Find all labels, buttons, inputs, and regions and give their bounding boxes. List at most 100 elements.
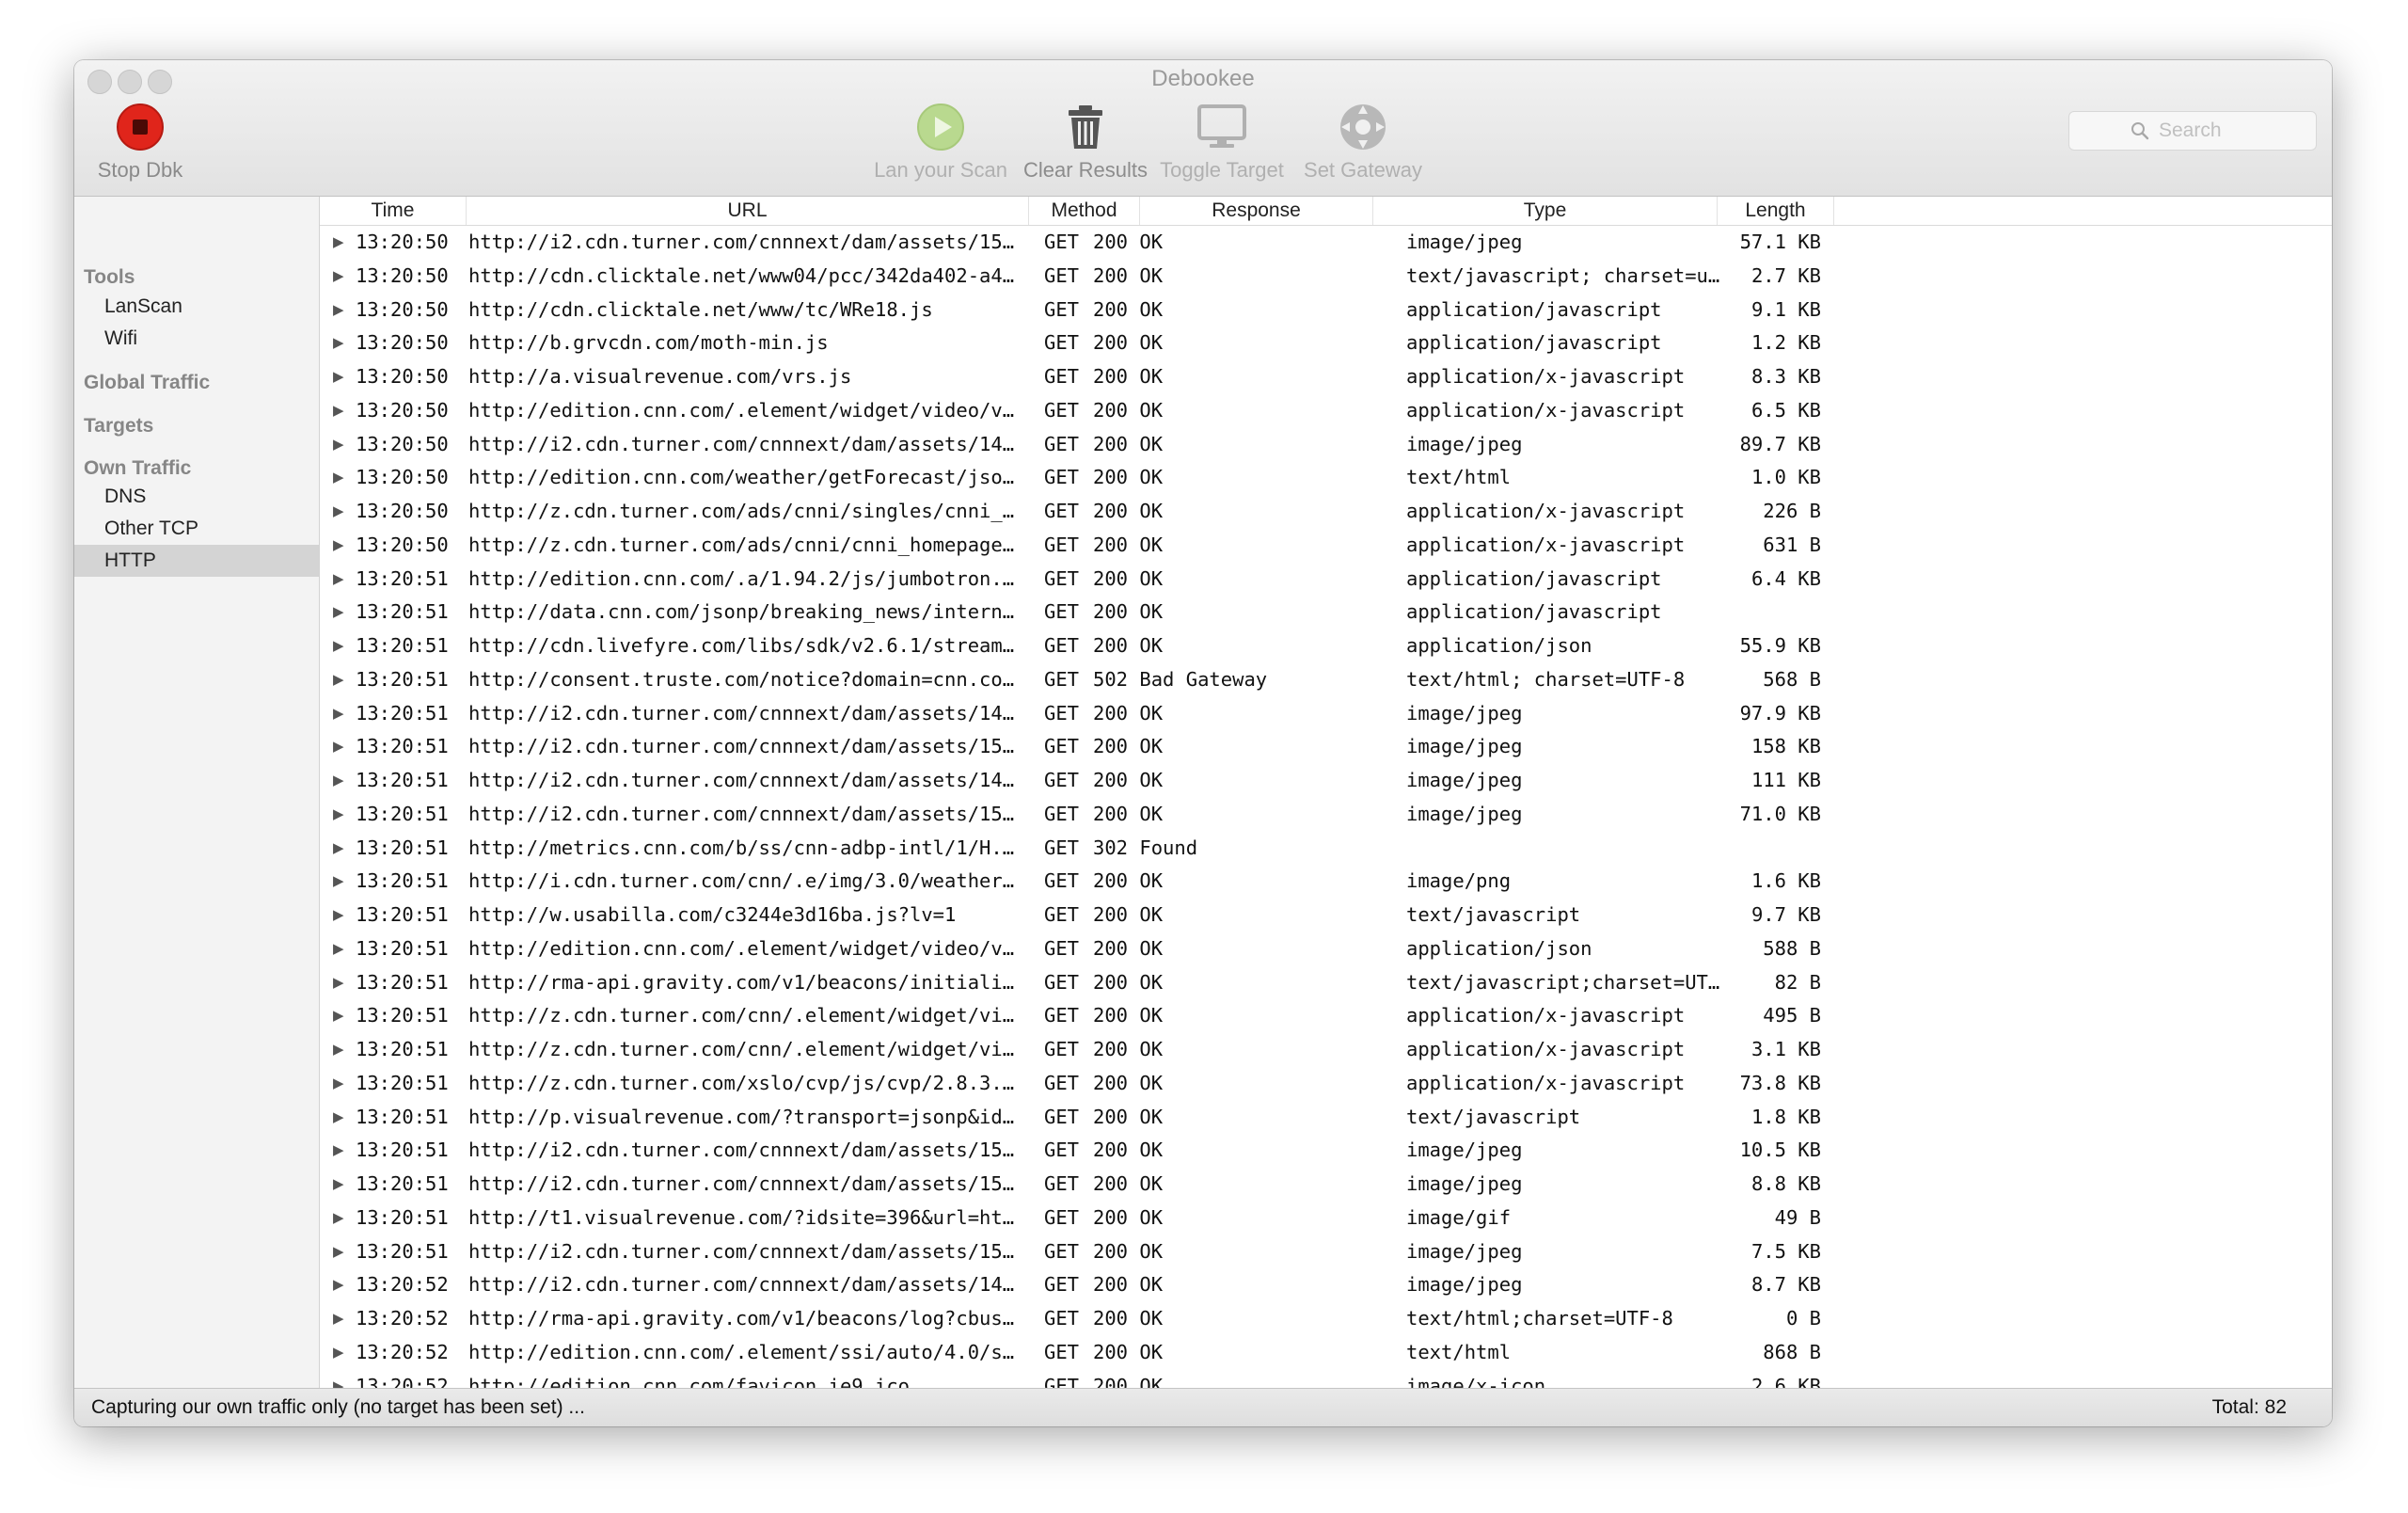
table-row[interactable]: ▶ 13:20:51 http://i2.cdn.turner.com/cnnnex… [320, 1168, 2332, 1202]
table-row[interactable]: ▶ 13:20:50 http://a.visualrevenue.com/vrs.… [320, 360, 2332, 394]
cell-type: application/x-javascript [1406, 1071, 1686, 1094]
sidebar-item-targets[interactable]: Targets [84, 415, 153, 438]
disclosure-triangle-icon[interactable]: ▶ [333, 798, 344, 832]
table-row[interactable]: ▶ 13:20:51 http://i2.cdn.turner.com/cnnnex… [320, 730, 2332, 764]
table-row[interactable]: ▶ 13:20:51 http://z.cdn.turner.com/xslo/cv… [320, 1067, 2332, 1101]
table-row[interactable]: ▶ 13:20:51 http://i2.cdn.turner.com/cnnnex… [320, 1134, 2332, 1168]
table-row[interactable]: ▶ 13:20:50 http://i2.cdn.turner.com/cnnnex… [320, 428, 2332, 462]
disclosure-triangle-icon[interactable]: ▶ [333, 1336, 344, 1370]
cell-time: 13:20:51 [356, 769, 449, 791]
disclosure-triangle-icon[interactable]: ▶ [333, 697, 344, 731]
sidebar-item-dns[interactable]: DNS [74, 481, 319, 513]
cell-url: http://a.visualrevenue.com/vrs.js [468, 365, 852, 388]
cell-method: GET [1044, 836, 1080, 859]
disclosure-triangle-icon[interactable]: ▶ [333, 260, 344, 294]
disclosure-triangle-icon[interactable]: ▶ [333, 1067, 344, 1101]
table-row[interactable]: ▶ 13:20:51 http://z.cdn.turner.com/cnn/.el… [320, 1033, 2332, 1067]
table-row[interactable]: ▶ 13:20:52 http://edition.cnn.com/favicon.… [320, 1370, 2332, 1390]
disclosure-triangle-icon[interactable]: ▶ [333, 495, 344, 529]
table-row[interactable]: ▶ 13:20:51 http://i2.cdn.turner.com/cnnnex… [320, 697, 2332, 731]
cell-length: 1.8 KB [1751, 1105, 1821, 1128]
disclosure-triangle-icon[interactable]: ▶ [333, 1134, 344, 1168]
sidebar-item-http[interactable]: HTTP [74, 545, 319, 577]
cell-time: 13:20:51 [356, 802, 449, 825]
table-row[interactable]: ▶ 13:20:51 http://rma-api.gravity.com/v1/b… [320, 966, 2332, 1000]
disclosure-triangle-icon[interactable]: ▶ [333, 730, 344, 764]
stop-button[interactable]: Stop Dbk [84, 102, 197, 183]
disclosure-triangle-icon[interactable]: ▶ [333, 326, 344, 360]
disclosure-triangle-icon[interactable]: ▶ [333, 1168, 344, 1202]
column-header-method[interactable]: Method [1029, 197, 1140, 225]
column-header-length[interactable]: Length [1718, 197, 1834, 225]
set-gateway-button[interactable]: Set Gateway [1278, 102, 1448, 183]
table-row[interactable]: ▶ 13:20:51 http://data.cnn.com/jsonp/break… [320, 596, 2332, 629]
table-row[interactable]: ▶ 13:20:51 http://metrics.cnn.com/b/ss/cnn… [320, 832, 2332, 866]
disclosure-triangle-icon[interactable]: ▶ [333, 999, 344, 1033]
table-row[interactable]: ▶ 13:20:50 http://i2.cdn.turner.com/cnnnex… [320, 226, 2332, 260]
disclosure-triangle-icon[interactable]: ▶ [333, 1302, 344, 1336]
table-row[interactable]: ▶ 13:20:51 http://i2.cdn.turner.com/cnnnex… [320, 798, 2332, 832]
column-header-url[interactable]: URL [467, 197, 1029, 225]
disclosure-triangle-icon[interactable]: ▶ [333, 899, 344, 932]
search-field[interactable] [2068, 111, 2317, 151]
disclosure-triangle-icon[interactable]: ▶ [333, 865, 344, 899]
disclosure-triangle-icon[interactable]: ▶ [333, 832, 344, 866]
table-row[interactable]: ▶ 13:20:51 http://edition.cnn.com/.element… [320, 932, 2332, 966]
disclosure-triangle-icon[interactable]: ▶ [333, 394, 344, 428]
column-header-time[interactable]: Time [320, 197, 467, 225]
table-row[interactable]: ▶ 13:20:51 http://i.cdn.turner.com/cnn/.e/… [320, 865, 2332, 899]
cell-url: http://i2.cdn.turner.com/cnnnext/dam/ass… [468, 769, 1019, 791]
cell-response: 200 OK [1093, 231, 1164, 253]
table-row[interactable]: ▶ 13:20:50 http://z.cdn.turner.com/ads/cnn… [320, 495, 2332, 529]
disclosure-triangle-icon[interactable]: ▶ [333, 461, 344, 495]
disclosure-triangle-icon[interactable]: ▶ [333, 428, 344, 462]
table-row[interactable]: ▶ 13:20:50 http://b.grvcdn.com/moth-min.js… [320, 326, 2332, 360]
disclosure-triangle-icon[interactable]: ▶ [333, 294, 344, 327]
sidebar-item-global-traffic[interactable]: Global Traffic [84, 372, 210, 394]
table-row[interactable]: ▶ 13:20:51 http://z.cdn.turner.com/cnn/.el… [320, 999, 2332, 1033]
table-row[interactable]: ▶ 13:20:51 http://i2.cdn.turner.com/cnnnex… [320, 1235, 2332, 1269]
disclosure-triangle-icon[interactable]: ▶ [333, 226, 344, 260]
sidebar-item-other-tcp[interactable]: Other TCP [74, 513, 319, 545]
column-header-response[interactable]: Response [1140, 197, 1373, 225]
disclosure-triangle-icon[interactable]: ▶ [333, 1101, 344, 1135]
table-row[interactable]: ▶ 13:20:50 http://edition.cnn.com/weather/… [320, 461, 2332, 495]
disclosure-triangle-icon[interactable]: ▶ [333, 932, 344, 966]
disclosure-triangle-icon[interactable]: ▶ [333, 1033, 344, 1067]
disclosure-triangle-icon[interactable]: ▶ [333, 1370, 344, 1390]
sidebar-item-lanscan[interactable]: LanScan [74, 291, 319, 323]
disclosure-triangle-icon[interactable]: ▶ [333, 663, 344, 697]
table-row[interactable]: ▶ 13:20:52 http://i2.cdn.turner.com/cnnnex… [320, 1268, 2332, 1302]
table-row[interactable]: ▶ 13:20:51 http://i2.cdn.turner.com/cnnnex… [320, 764, 2332, 798]
table-row[interactable]: ▶ 13:20:52 http://rma-api.gravity.com/v1/b… [320, 1302, 2332, 1336]
table-row[interactable]: ▶ 13:20:51 http://w.usabilla.com/c3244e3d1… [320, 899, 2332, 932]
disclosure-triangle-icon[interactable]: ▶ [333, 629, 344, 663]
app-window: Debookee Stop Dbk Lan your Scan Clear Re… [74, 60, 2332, 1426]
table-row[interactable]: ▶ 13:20:50 http://cdn.clicktale.net/www/tc… [320, 294, 2332, 327]
table-row[interactable]: ▶ 13:20:51 http://p.visualrevenue.com/?tra… [320, 1101, 2332, 1135]
cell-type: image/png [1406, 869, 1512, 893]
disclosure-triangle-icon[interactable]: ▶ [333, 1202, 344, 1235]
table-row[interactable]: ▶ 13:20:51 http://edition.cnn.com/.a/1.94.… [320, 563, 2332, 597]
table-row[interactable]: ▶ 13:20:51 http://t1.visualrevenue.com/?id… [320, 1202, 2332, 1235]
disclosure-triangle-icon[interactable]: ▶ [333, 764, 344, 798]
disclosure-triangle-icon[interactable]: ▶ [333, 966, 344, 1000]
table-row[interactable]: ▶ 13:20:51 http://cdn.livefyre.com/libs/sd… [320, 629, 2332, 663]
disclosure-triangle-icon[interactable]: ▶ [333, 1235, 344, 1269]
table-row[interactable]: ▶ 13:20:52 http://edition.cnn.com/.element… [320, 1336, 2332, 1370]
column-header-type[interactable]: Type [1373, 197, 1718, 225]
cell-time: 13:20:51 [356, 1239, 449, 1263]
table-row[interactable]: ▶ 13:20:51 http://consent.truste.com/notic… [320, 663, 2332, 697]
disclosure-triangle-icon[interactable]: ▶ [333, 596, 344, 629]
sidebar-item-wifi[interactable]: Wifi [74, 323, 319, 355]
table-row[interactable]: ▶ 13:20:50 http://cdn.clicktale.net/www04/… [320, 260, 2332, 294]
disclosure-triangle-icon[interactable]: ▶ [333, 529, 344, 563]
cell-response: 200 OK [1093, 398, 1164, 422]
disclosure-triangle-icon[interactable]: ▶ [333, 360, 344, 394]
table-row[interactable]: ▶ 13:20:50 http://edition.cnn.com/.element… [320, 394, 2332, 428]
disclosure-triangle-icon[interactable]: ▶ [333, 563, 344, 597]
disclosure-triangle-icon[interactable]: ▶ [333, 1268, 344, 1302]
table-row[interactable]: ▶ 13:20:50 http://z.cdn.turner.com/ads/cnn… [320, 529, 2332, 563]
cell-length: 6.5 KB [1751, 398, 1821, 422]
search-input[interactable] [2157, 119, 2255, 143]
